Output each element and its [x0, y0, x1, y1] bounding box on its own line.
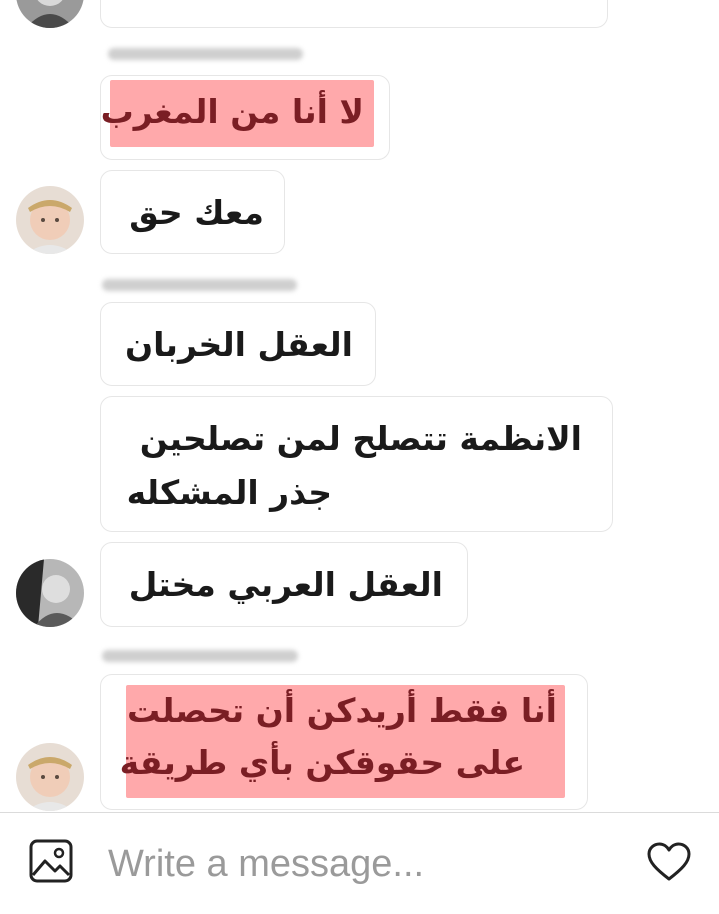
image-icon[interactable]: [28, 838, 74, 884]
avatar[interactable]: [16, 559, 84, 627]
message-bubble[interactable]: العقل الخربان: [100, 302, 376, 386]
message-input[interactable]: [108, 839, 608, 889]
heart-icon[interactable]: [646, 841, 692, 883]
message-bubble[interactable]: [100, 0, 608, 28]
message-composer: [0, 812, 719, 914]
avatar[interactable]: [16, 186, 84, 254]
message-bubble[interactable]: أنا فقط أريدكن أن تحصلت على حقوقكن بأي ط…: [100, 674, 588, 810]
message-text-line: أنا فقط أريدكن أن تحصلت: [127, 691, 557, 730]
message-highlight: لا أنا من المغرب: [101, 80, 374, 147]
message-text: معك حق: [129, 193, 264, 232]
message-text-line: جذر المشكله: [126, 473, 332, 512]
message-highlight: أنا فقط أريدكن أن تحصلت على حقوقكن بأي ط…: [120, 685, 565, 798]
avatar[interactable]: [16, 743, 84, 811]
message-bubble[interactable]: العقل العربي مختل: [100, 542, 468, 627]
message-bubble[interactable]: لا أنا من المغرب: [100, 75, 390, 160]
message-text: لا أنا من المغرب: [100, 92, 364, 131]
message-bubble[interactable]: الانظمة تتصلح لمن تصلحين جذر المشكله: [100, 396, 613, 532]
message-text-line: على حقوقكن بأي طريقة: [119, 743, 525, 782]
message-text-line: الانظمة تتصلح لمن تصلحين: [139, 419, 582, 458]
sender-name-blurred: [108, 48, 303, 60]
message-text: العقل العربي مختل: [128, 565, 443, 604]
avatar[interactable]: [16, 0, 84, 28]
message-bubble[interactable]: معك حق: [100, 170, 285, 254]
message-thread[interactable]: لا أنا من المغرب معك حق العقل الخربان ال…: [0, 0, 719, 812]
sender-name-blurred: [102, 279, 297, 291]
sender-name-blurred: [102, 650, 298, 662]
message-text: العقل الخربان: [125, 325, 353, 364]
